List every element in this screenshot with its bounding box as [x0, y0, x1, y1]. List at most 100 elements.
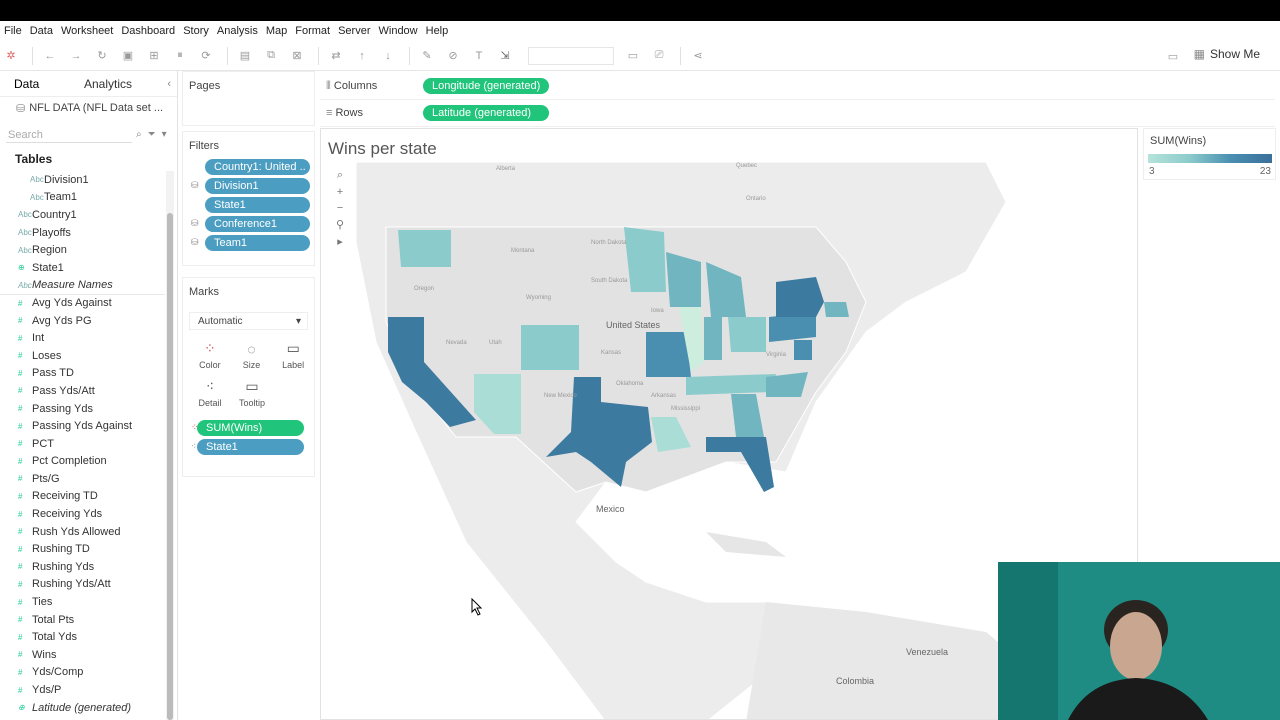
- field-item[interactable]: Abc Playoffs: [0, 224, 165, 242]
- menu-dashboard[interactable]: Dashboard: [121, 25, 175, 37]
- tooltip-button[interactable]: ▭ Tooltip: [231, 374, 273, 412]
- field-item[interactable]: # Pct Completion: [0, 453, 165, 471]
- menu-story[interactable]: Story: [183, 25, 209, 37]
- redo-icon[interactable]: →: [65, 45, 87, 67]
- menu-worksheet[interactable]: Worksheet: [61, 25, 113, 37]
- refresh-icon[interactable]: ⟳: [195, 45, 217, 67]
- share-icon[interactable]: ⋖: [687, 45, 709, 67]
- menu-file[interactable]: File: [4, 25, 22, 37]
- datasource-item[interactable]: ⛁ NFL DATA (NFL Data set ...: [0, 97, 177, 119]
- field-item[interactable]: # PCT: [0, 435, 165, 453]
- field-item[interactable]: # Passing Yds Against: [0, 417, 165, 435]
- presentation-icon[interactable]: ⎚: [648, 45, 670, 67]
- highlight-icon[interactable]: ✎: [416, 45, 438, 67]
- new-worksheet-icon[interactable]: ▤: [234, 45, 256, 67]
- duplicate-sheet-icon[interactable]: ⧉: [260, 45, 282, 67]
- field-item[interactable]: # Pass TD: [0, 365, 165, 383]
- sum-wins-pill[interactable]: SUM(Wins): [197, 420, 304, 436]
- field-item[interactable]: # Yds/P: [0, 681, 165, 699]
- field-item[interactable]: ⊕ Latitude (generated): [0, 699, 165, 717]
- filter-icon[interactable]: ⏷: [148, 129, 156, 140]
- field-item[interactable]: # Yds/Comp: [0, 664, 165, 682]
- longitude-pill[interactable]: Longitude (generated): [423, 78, 549, 94]
- view-options-icon[interactable]: ▾: [162, 129, 167, 140]
- search-input[interactable]: Search: [6, 127, 132, 143]
- clear-sheet-icon[interactable]: ⊠: [286, 45, 308, 67]
- field-item[interactable]: # Pass Yds/Att: [0, 382, 165, 400]
- field-item[interactable]: # Avg Yds PG: [0, 312, 165, 330]
- scrollbar[interactable]: [166, 171, 174, 720]
- new-datasource-icon[interactable]: ⊞: [143, 45, 165, 67]
- fit-dropdown[interactable]: [528, 46, 614, 65]
- group-icon[interactable]: ⊘: [442, 45, 464, 67]
- color-button[interactable]: ⁘ Color: [189, 336, 231, 374]
- field-item[interactable]: # Rushing TD: [0, 540, 165, 558]
- field-item[interactable]: Abc Region: [0, 241, 165, 259]
- scrollbar-thumb[interactable]: [167, 213, 173, 720]
- label-icon[interactable]: T: [468, 45, 490, 67]
- replay-icon[interactable]: ↻: [91, 45, 113, 67]
- field-item[interactable]: # Pts/G: [0, 470, 165, 488]
- menu-analysis[interactable]: Analysis: [217, 25, 258, 37]
- menu-help[interactable]: Help: [426, 25, 449, 37]
- field-item[interactable]: # Passing Yds: [0, 400, 165, 418]
- save-icon[interactable]: ▣: [117, 45, 139, 67]
- size-button[interactable]: ◌ Size: [231, 336, 273, 374]
- field-item[interactable]: # Total Yds: [0, 628, 165, 646]
- menu-server[interactable]: Server: [338, 25, 370, 37]
- zoom-in-icon[interactable]: +: [337, 186, 343, 198]
- field-item[interactable]: # Loses: [0, 347, 165, 365]
- sort-ascending-icon[interactable]: ↑: [351, 45, 373, 67]
- zoom-out-icon[interactable]: −: [337, 202, 343, 214]
- map-search-icon[interactable]: ⌕: [337, 169, 343, 182]
- show-me-button[interactable]: ▦ Show Me: [1194, 47, 1260, 61]
- field-item[interactable]: # Avg Yds Against: [0, 294, 165, 312]
- sort-descending-icon[interactable]: ↓: [377, 45, 399, 67]
- swap-icon[interactable]: ⇄: [325, 45, 347, 67]
- field-item[interactable]: # Rush Yds Allowed: [0, 523, 165, 541]
- state1-pill[interactable]: State1: [197, 439, 304, 455]
- menu-map[interactable]: Map: [266, 25, 287, 37]
- filter-pill[interactable]: Team1: [205, 235, 310, 251]
- field-item[interactable]: # Receiving Yds: [0, 505, 165, 523]
- field-item[interactable]: # Receiving TD: [0, 488, 165, 506]
- tableau-logo-icon[interactable]: ✲: [0, 45, 22, 67]
- mark-type-dropdown[interactable]: Automatic ▾: [189, 312, 308, 330]
- fix-axes-icon[interactable]: ⇲: [494, 45, 516, 67]
- field-item[interactable]: Abc Team1: [0, 189, 165, 207]
- pin-icon[interactable]: ⚲: [336, 218, 344, 231]
- field-item[interactable]: # Rushing Yds/Att: [0, 576, 165, 594]
- menu-window[interactable]: Window: [379, 25, 418, 37]
- field-item[interactable]: # Int: [0, 329, 165, 347]
- measure-icon: #: [18, 386, 23, 396]
- detail-button[interactable]: ⁖ Detail: [189, 374, 231, 412]
- field-item[interactable]: Abc Division1: [0, 171, 165, 189]
- rows-shelf[interactable]: ≡ Rows Latitude (generated): [320, 100, 1275, 127]
- field-item[interactable]: ⊕ State1: [0, 259, 165, 277]
- filter-pill[interactable]: Country1: United ..: [205, 159, 310, 175]
- comment-icon[interactable]: ▭: [1162, 45, 1184, 67]
- field-item[interactable]: # Total Pts: [0, 611, 165, 629]
- map-label: Oregon: [414, 286, 434, 292]
- menu-data[interactable]: Data: [30, 25, 53, 37]
- field-item[interactable]: Abc Measure Names: [0, 277, 165, 295]
- filter-pill[interactable]: Conference1: [205, 216, 310, 232]
- pause-updates-icon[interactable]: ⏸: [169, 45, 191, 67]
- filter-pill[interactable]: State1: [205, 197, 310, 213]
- collapse-pane-icon[interactable]: ‹: [167, 78, 171, 90]
- search-icon[interactable]: ⌕: [136, 129, 142, 140]
- latitude-pill[interactable]: Latitude (generated): [423, 105, 549, 121]
- columns-shelf[interactable]: ⦀ Columns Longitude (generated): [320, 73, 1275, 100]
- field-item[interactable]: # Wins: [0, 646, 165, 664]
- undo-icon[interactable]: ←: [39, 45, 61, 67]
- field-item[interactable]: Abc Country1: [0, 206, 165, 224]
- filter-pill[interactable]: Division1: [205, 178, 310, 194]
- tab-analytics[interactable]: Analytics: [70, 77, 140, 91]
- field-item[interactable]: # Ties: [0, 593, 165, 611]
- label-button[interactable]: ▭ Label: [272, 336, 314, 374]
- field-item[interactable]: # Rushing Yds: [0, 558, 165, 576]
- tab-data[interactable]: Data: [0, 77, 70, 91]
- menu-format[interactable]: Format: [295, 25, 330, 37]
- expand-toolbar-icon[interactable]: ▸: [337, 235, 343, 248]
- show-cards-icon[interactable]: ▭: [622, 45, 644, 67]
